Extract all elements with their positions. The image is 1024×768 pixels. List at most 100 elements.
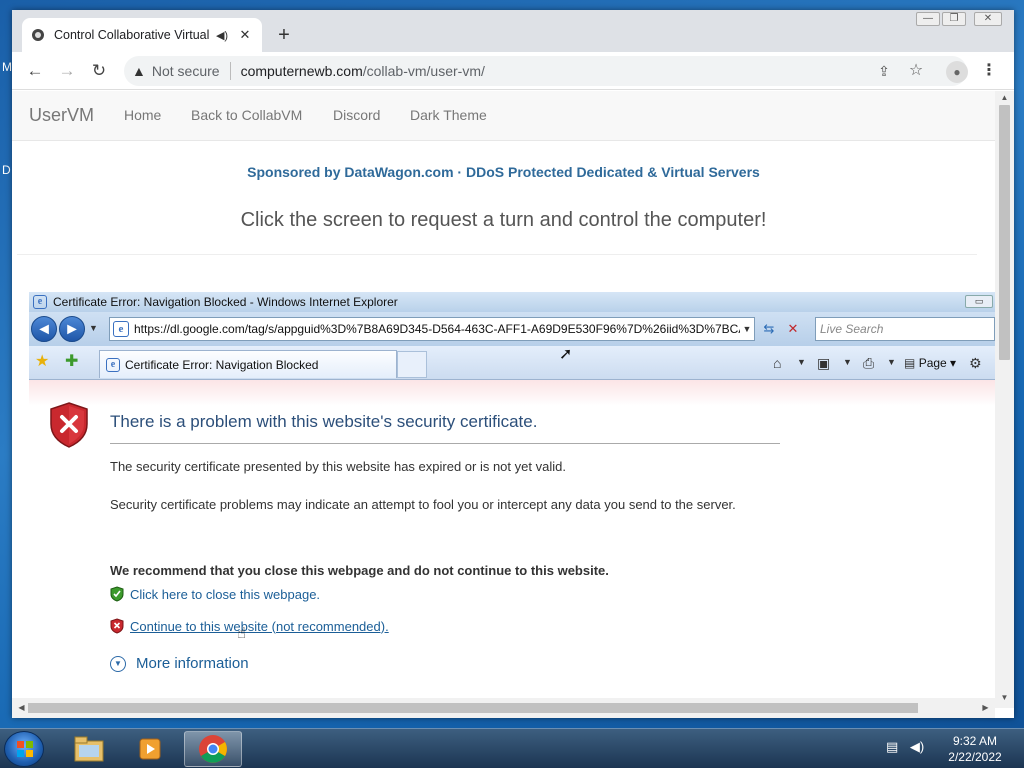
ie-back-icon[interactable]: ◄ — [31, 316, 57, 342]
tab-strip: Control Collaborative Virtual Machine ◀)… — [12, 10, 1014, 52]
ie-forward-icon[interactable]: ► — [59, 316, 85, 342]
feeds-icon[interactable]: ▣ — [817, 354, 830, 372]
media-player-taskbar-icon[interactable] — [122, 731, 180, 767]
ie-logo-icon: e — [33, 295, 47, 309]
site-brand[interactable]: UserVM — [29, 105, 94, 126]
ie-tab[interactable]: e Certificate Error: Navigation Blocked — [99, 350, 397, 378]
start-orb-icon[interactable] — [4, 731, 44, 767]
profile-avatar-icon[interactable]: ● — [946, 61, 968, 83]
new-tab-button[interactable]: + — [272, 24, 296, 48]
browser-toolbar: ← → ↻ ▲ Not secure computernewb.com /col… — [12, 52, 1014, 90]
browser-tab[interactable]: Control Collaborative Virtual Machine ◀)… — [22, 18, 262, 52]
close-window-button[interactable]: ✕ — [974, 12, 1002, 26]
ie-address-bar: ◄ ► ▼ e https://dl.google.com/tag/s/appg… — [29, 312, 995, 346]
ie-page-icon: e — [113, 321, 129, 337]
ie-tab-icon: e — [106, 357, 120, 372]
close-webpage-link[interactable]: Click here to close this webpage. — [130, 587, 320, 602]
tools-gear-icon[interactable]: ⚙ — [969, 354, 982, 372]
vertical-scrollbar[interactable]: ▲ ▼ — [995, 91, 1014, 708]
taskbar-clock[interactable]: 9:32 AM 2/22/2022 — [936, 733, 1014, 765]
minimize-button[interactable]: — — [916, 12, 940, 26]
print-dropdown-icon[interactable]: ▼ — [887, 357, 896, 367]
web-page: UserVM Home Back to CollabVM Discord Dar… — [12, 91, 995, 708]
nav-dark-theme[interactable]: Dark Theme — [410, 107, 487, 123]
ie-search-box[interactable]: Live Search — [815, 317, 995, 341]
divider — [17, 254, 977, 255]
ie-content-area: There is a problem with this website's s… — [29, 380, 995, 708]
scroll-right-icon[interactable]: ▶ — [976, 701, 995, 715]
home-dropdown-icon[interactable]: ▼ — [797, 357, 806, 367]
continue-to-website-link[interactable]: Continue to this website (not recommende… — [130, 619, 389, 634]
add-favorites-icon[interactable]: ✚ — [65, 353, 78, 371]
desktop-edge-letter: D — [2, 163, 11, 177]
turn-request-message: Click the screen to request a turn and c… — [240, 209, 767, 231]
volume-icon[interactable]: ◀) — [910, 739, 924, 754]
network-icon[interactable]: ▤ — [886, 739, 898, 754]
nav-discord[interactable]: Discord — [333, 107, 380, 123]
sponsor-link[interactable]: Sponsored by DataWagon.com · DDoS Protec… — [12, 164, 995, 180]
recommendation-text: We recommend that you close this webpage… — [110, 563, 609, 578]
ie-url-dropdown-icon[interactable]: ▼ — [740, 324, 754, 334]
error-title: There is a problem with this website's s… — [110, 412, 538, 431]
ie-title-bar: e Certificate Error: Navigation Blocked … — [29, 292, 995, 312]
page-menu[interactable]: ▤ Page ▾ — [904, 354, 956, 372]
ie-command-bar: ★ ✚ e Certificate Error: Navigation Bloc… — [29, 346, 995, 380]
ie-refresh-icon[interactable]: ⇆ — [759, 320, 779, 338]
reload-icon[interactable]: ↻ — [88, 60, 110, 82]
maximize-button[interactable]: ❐ — [942, 12, 966, 26]
chrome-taskbar-icon[interactable] — [184, 731, 242, 767]
ie-history-dropdown-icon[interactable]: ▼ — [89, 323, 98, 333]
bookmark-star-icon[interactable]: ☆ — [904, 59, 928, 83]
address-bar[interactable]: ▲ Not secure computernewb.com /collab-vm… — [124, 56, 967, 86]
page-menu-label[interactable]: Page — [919, 356, 947, 370]
ie-window-title: Certificate Error: Navigation Blocked - … — [53, 295, 398, 309]
security-label[interactable]: Not secure — [152, 63, 220, 79]
red-shield-icon — [110, 618, 124, 634]
expand-chevron-icon[interactable]: ▼ — [110, 655, 126, 672]
ie-new-tab-button[interactable] — [397, 351, 427, 378]
explorer-taskbar-icon[interactable] — [60, 731, 118, 767]
close-tab-icon[interactable]: ✕ — [236, 27, 254, 43]
ie-stop-icon[interactable]: ✕ — [783, 320, 803, 338]
url-path[interactable]: /collab-vm/user-vm/ — [363, 63, 485, 79]
chrome-menu-icon[interactable]: ⋮ — [980, 60, 998, 82]
nav-home[interactable]: Home — [124, 107, 161, 123]
feeds-dropdown-icon[interactable]: ▼ — [843, 357, 852, 367]
taskbar: ▤ ◀) 9:32 AM 2/22/2022 — [0, 728, 1024, 768]
share-icon[interactable]: ⇪ — [872, 59, 896, 83]
ie-minimize-button[interactable]: ▭ — [965, 295, 993, 308]
security-shield-icon — [50, 402, 88, 448]
error-paragraph: The security certificate presented by th… — [110, 459, 566, 474]
home-icon[interactable]: ⌂ — [773, 354, 781, 372]
url-host[interactable]: computernewb.com — [241, 63, 363, 79]
speaker-icon[interactable]: ◀) — [214, 29, 230, 42]
horizontal-scroll-thumb[interactable] — [28, 703, 918, 713]
more-information-label[interactable]: More information — [136, 655, 249, 672]
system-tray: ▤ ◀) — [886, 739, 924, 755]
more-information-toggle[interactable]: ▼ More information — [110, 655, 249, 672]
continue-row: Continue to this website (not recommende… — [110, 618, 389, 634]
mouse-cursor-icon: ➚ — [559, 346, 573, 363]
forward-icon[interactable]: → — [56, 60, 78, 82]
ie-url-field[interactable]: e https://dl.google.com/tag/s/appguid%3D… — [109, 317, 755, 341]
warning-icon[interactable]: ▲ — [132, 63, 146, 79]
horizontal-scrollbar[interactable]: ◀ ▶ — [12, 698, 995, 718]
desktop-edge-letter: M — [2, 60, 12, 74]
scroll-up-icon[interactable]: ▲ — [995, 91, 1014, 105]
error-paragraph: Security certificate problems may indica… — [110, 497, 736, 512]
hand-cursor-icon: ☝ — [237, 625, 247, 642]
page-icon: ▤ — [904, 356, 916, 370]
ie-tab-title: Certificate Error: Navigation Blocked — [125, 357, 319, 372]
print-icon[interactable]: ⎙ — [863, 354, 874, 372]
favorites-star-icon[interactable]: ★ — [35, 353, 49, 371]
site-navbar: UserVM Home Back to CollabVM Discord Dar… — [12, 91, 995, 141]
vertical-scroll-thumb[interactable] — [999, 105, 1010, 360]
scroll-down-icon[interactable]: ▼ — [995, 691, 1014, 705]
close-webpage-row: Click here to close this webpage. — [110, 586, 320, 602]
ie-url-text[interactable]: https://dl.google.com/tag/s/appguid%3D%7… — [134, 322, 740, 336]
vm-screen[interactable]: e Certificate Error: Navigation Blocked … — [29, 292, 995, 708]
collabvm-favicon-icon — [30, 27, 46, 43]
back-icon[interactable]: ← — [24, 60, 46, 82]
nav-back-to-collabvm[interactable]: Back to CollabVM — [191, 107, 302, 123]
error-divider — [110, 443, 780, 444]
